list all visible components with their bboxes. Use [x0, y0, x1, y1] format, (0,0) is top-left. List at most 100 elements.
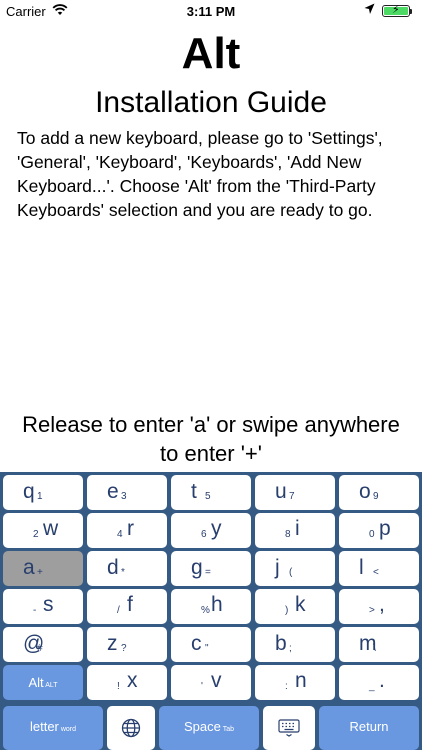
key-3-row-1[interactable]: t5: [171, 475, 251, 510]
key-main-label: d: [107, 556, 119, 579]
key-main-label: e: [107, 480, 119, 503]
key-main-label: l: [359, 556, 364, 579]
key-main-label: n: [295, 669, 307, 692]
key-alt-label: #: [37, 643, 43, 654]
key-2-row-1[interactable]: e3: [87, 475, 167, 510]
key-3-row-3[interactable]: g =: [171, 551, 251, 586]
key-alt-label: %: [201, 605, 210, 616]
key-main-label: h: [211, 593, 223, 616]
key-main-label: f: [127, 593, 133, 616]
key-alt-label: !: [117, 681, 120, 692]
key-4-row-4[interactable]: ) k: [255, 589, 335, 624]
letter-key-label: letter word: [3, 719, 103, 734]
gesture-hint: Release to enter 'a' or swipe anywhere t…: [22, 412, 400, 466]
key-alt-label: 9: [373, 491, 379, 502]
key-2-row-3[interactable]: d *: [87, 551, 167, 586]
return-key-main: Return: [349, 719, 389, 734]
key-main-label: y: [211, 517, 222, 540]
app-subtitle: Installation Guide: [95, 86, 327, 119]
key-alt-label: /: [117, 605, 120, 616]
key-2-row-5[interactable]: z?: [87, 627, 167, 662]
letter-key-main: letter: [29, 719, 59, 734]
key-main-label: j: [275, 556, 280, 579]
key-3-row-2[interactable]: 6y: [171, 513, 251, 548]
key-main-label: p: [379, 517, 391, 540]
key-1-row-1[interactable]: q1: [3, 475, 83, 510]
key-alt-label: 8: [285, 529, 291, 540]
return-key[interactable]: Return: [319, 706, 419, 750]
key-alt-label: ?: [121, 643, 127, 654]
app-title: Alt: [181, 29, 241, 78]
key-main-label: g: [191, 556, 203, 579]
key-4-row-6[interactable]: _.: [339, 665, 419, 700]
key-3-row-6[interactable]: :n: [255, 665, 335, 700]
key-3-row-5[interactable]: c ": [171, 627, 251, 662]
key-alt-label: 5: [205, 491, 211, 502]
key-4-row-5[interactable]: b;: [255, 627, 335, 662]
key-5-row-4[interactable]: >,: [339, 589, 419, 624]
key-5-row-2[interactable]: 0p: [339, 513, 419, 548]
key-alt-label: <: [373, 567, 379, 578]
return-key-label: Return: [319, 719, 419, 734]
key-main-label: w: [43, 517, 59, 540]
key-main-label: a: [23, 556, 35, 579]
key-main-label: x: [127, 669, 138, 692]
key-alt-label: ": [205, 643, 209, 654]
alt-key-label: Alt ALT: [3, 675, 83, 690]
charging-bolt-icon: ⚡: [392, 4, 400, 16]
key-1-row-5[interactable]: @ #: [3, 627, 83, 662]
key-5-row-5[interactable]: m \: [339, 627, 419, 662]
key-4-row-1[interactable]: u7: [255, 475, 335, 510]
space-key-main: Space: [184, 719, 221, 734]
key-alt-label: 2: [33, 529, 39, 540]
key-5-row-1[interactable]: o9: [339, 475, 419, 510]
space-key-sub: Tab: [220, 726, 234, 733]
status-time: 3:11 PM: [186, 4, 236, 19]
key-alt-label: _: [369, 681, 375, 692]
globe-key[interactable]: [107, 706, 155, 750]
alt-key[interactable]: Alt ALT: [3, 665, 83, 700]
key-main-label: z: [107, 632, 118, 655]
key-alt-label: 1: [37, 491, 43, 502]
key-main-label: k: [295, 593, 306, 616]
key-alt-label: :: [285, 681, 288, 692]
key-alt-label: 7: [289, 491, 295, 502]
alt-key-sub: ALT: [43, 682, 58, 689]
key-alt-label: =: [205, 567, 211, 578]
key-alt-label: (: [289, 567, 293, 578]
key-main-label: s: [43, 593, 54, 616]
key-alt-label: *: [121, 567, 125, 578]
key-2-row-2[interactable]: 4r: [87, 513, 167, 548]
key-main-label: t: [191, 480, 197, 503]
alt-key-main: Alt: [28, 675, 44, 690]
key-alt-label: ': [201, 681, 203, 692]
key-4-row-2[interactable]: 8i: [255, 513, 335, 548]
status-bar: Carrier 3:11 PM ⚡: [0, 0, 422, 22]
key-3-row-4[interactable]: % h: [171, 589, 251, 624]
key-alt-label: ): [285, 605, 289, 616]
key-1-row-4[interactable]: -s: [3, 589, 83, 624]
key-1-row-6[interactable]: ! x: [87, 665, 167, 700]
key-1-row-3[interactable]: a +: [3, 551, 83, 586]
letter-key-sub: word: [58, 726, 77, 733]
key-main-label: o: [359, 480, 371, 503]
keyboard-switch-key[interactable]: [263, 706, 315, 750]
key-2-row-4[interactable]: / f: [87, 589, 167, 624]
key-main-label: b: [275, 632, 287, 655]
key-alt-label: 0: [369, 529, 375, 540]
key-alt-label: 6: [201, 529, 207, 540]
letter-key[interactable]: letter word: [3, 706, 103, 750]
key-alt-label: \: [373, 643, 376, 654]
space-key[interactable]: Space Tab: [159, 706, 259, 750]
key-alt-label: -: [33, 605, 37, 616]
key-main-label: q: [23, 480, 35, 503]
key-alt-label: ;: [289, 643, 292, 654]
key-main-label: i: [295, 517, 300, 540]
key-4-row-3[interactable]: j(: [255, 551, 335, 586]
battery-tip: [410, 9, 412, 14]
key-2-row-6[interactable]: ' v: [171, 665, 251, 700]
key-1-row-2[interactable]: 2w: [3, 513, 83, 548]
battery-icon: ⚡: [382, 4, 410, 17]
key-main-label: .: [379, 669, 385, 692]
key-5-row-3[interactable]: l <: [339, 551, 419, 586]
